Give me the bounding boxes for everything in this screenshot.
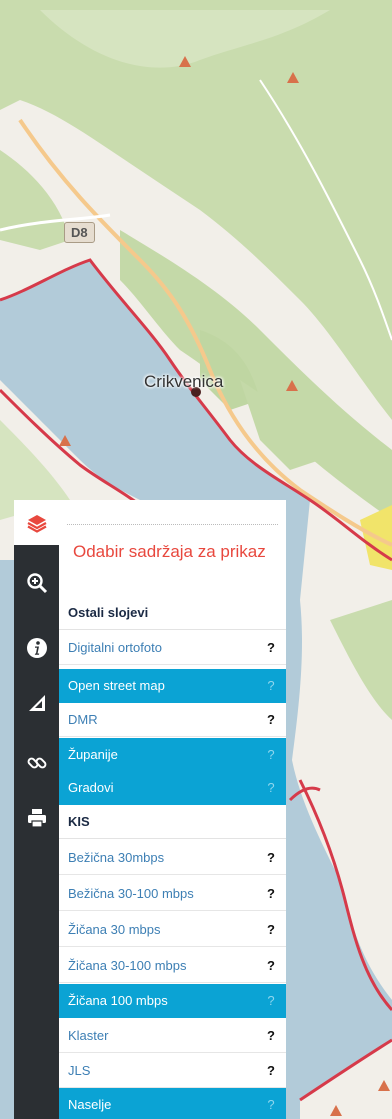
layer-row-zicana-30-100-mbps[interactable]: Žičana 30-100 mbps ? [59, 949, 286, 983]
layer-label: Gradovi [68, 780, 114, 795]
help-button[interactable]: ? [256, 850, 286, 865]
place-label-crikvenica: Crikvenica [144, 372, 224, 391]
tool-strip [14, 500, 59, 1119]
layer-row-jls[interactable]: JLS ? [59, 1054, 286, 1088]
layer-row-bezicna-30-100-mbps[interactable]: Bežična 30-100 mbps ? [59, 877, 286, 911]
layer-label: Klaster [68, 1028, 109, 1043]
zoom-in-icon [26, 572, 47, 593]
layers-icon [26, 514, 47, 533]
link-icon [27, 757, 46, 768]
layer-label: Digitalni ortofoto [68, 640, 162, 655]
layer-row-gradovi[interactable]: Gradovi ? [59, 771, 286, 805]
layer-row-zicana-30-mbps[interactable]: Žičana 30 mbps ? [59, 913, 286, 947]
layers-button[interactable] [14, 500, 59, 545]
help-button[interactable]: ? [256, 747, 286, 762]
road-shield-d8: D8 [64, 222, 95, 243]
layer-row-klaster[interactable]: Klaster ? [59, 1019, 286, 1053]
help-button[interactable]: ? [256, 886, 286, 901]
layer-row-naselje[interactable]: Naselje ? [59, 1088, 286, 1119]
info-button[interactable] [14, 625, 59, 670]
section-header-kis: KIS [59, 805, 286, 839]
help-button[interactable]: ? [256, 1028, 286, 1043]
layer-row-open-street-map[interactable]: Open street map ? [59, 669, 286, 703]
print-icon [27, 808, 46, 828]
help-button[interactable]: ? [256, 712, 286, 727]
help-button[interactable]: ? [256, 1097, 286, 1112]
layer-label: Bežična 30mbps [68, 850, 165, 865]
layer-label: Naselje [68, 1097, 112, 1112]
layer-row-digitalni-ortofoto[interactable]: Digitalni ortofoto ? [59, 631, 286, 665]
layer-label: Žičana 100 mbps [68, 993, 168, 1008]
measure-icon [28, 694, 45, 711]
print-button[interactable] [14, 795, 59, 840]
layer-row-dmr[interactable]: DMR ? [59, 703, 286, 737]
layer-label: Žičana 30-100 mbps [68, 958, 187, 973]
layer-label: JLS [68, 1063, 91, 1078]
help-button[interactable]: ? [256, 1063, 286, 1078]
layer-row-bezicna-30mbps[interactable]: Bežična 30mbps ? [59, 841, 286, 875]
help-button[interactable]: ? [256, 678, 286, 693]
layer-row-zupanije[interactable]: Županije ? [59, 738, 286, 772]
layer-label: Županije [68, 747, 118, 762]
panel-divider [67, 524, 278, 525]
link-button[interactable] [14, 740, 59, 785]
layer-label: DMR [68, 712, 98, 727]
help-button[interactable]: ? [256, 922, 286, 937]
help-button[interactable]: ? [256, 780, 286, 795]
help-button[interactable]: ? [256, 640, 286, 655]
layer-label: Bežična 30-100 mbps [68, 886, 194, 901]
measure-button[interactable] [14, 680, 59, 725]
layer-panel: Odabir sadržaja za prikaz Ostali slojevi… [59, 500, 286, 1119]
zoom-in-button[interactable] [14, 560, 59, 605]
help-button[interactable]: ? [256, 993, 286, 1008]
panel-title: Odabir sadržaja za prikaz [73, 542, 266, 561]
help-button[interactable]: ? [256, 958, 286, 973]
layer-label: Open street map [68, 678, 165, 693]
section-header-ostali-slojevi: Ostali slojevi [59, 596, 286, 630]
info-icon [26, 637, 47, 658]
layer-label: Žičana 30 mbps [68, 922, 161, 937]
layer-row-zicana-100-mbps[interactable]: Žičana 100 mbps ? [59, 984, 286, 1018]
